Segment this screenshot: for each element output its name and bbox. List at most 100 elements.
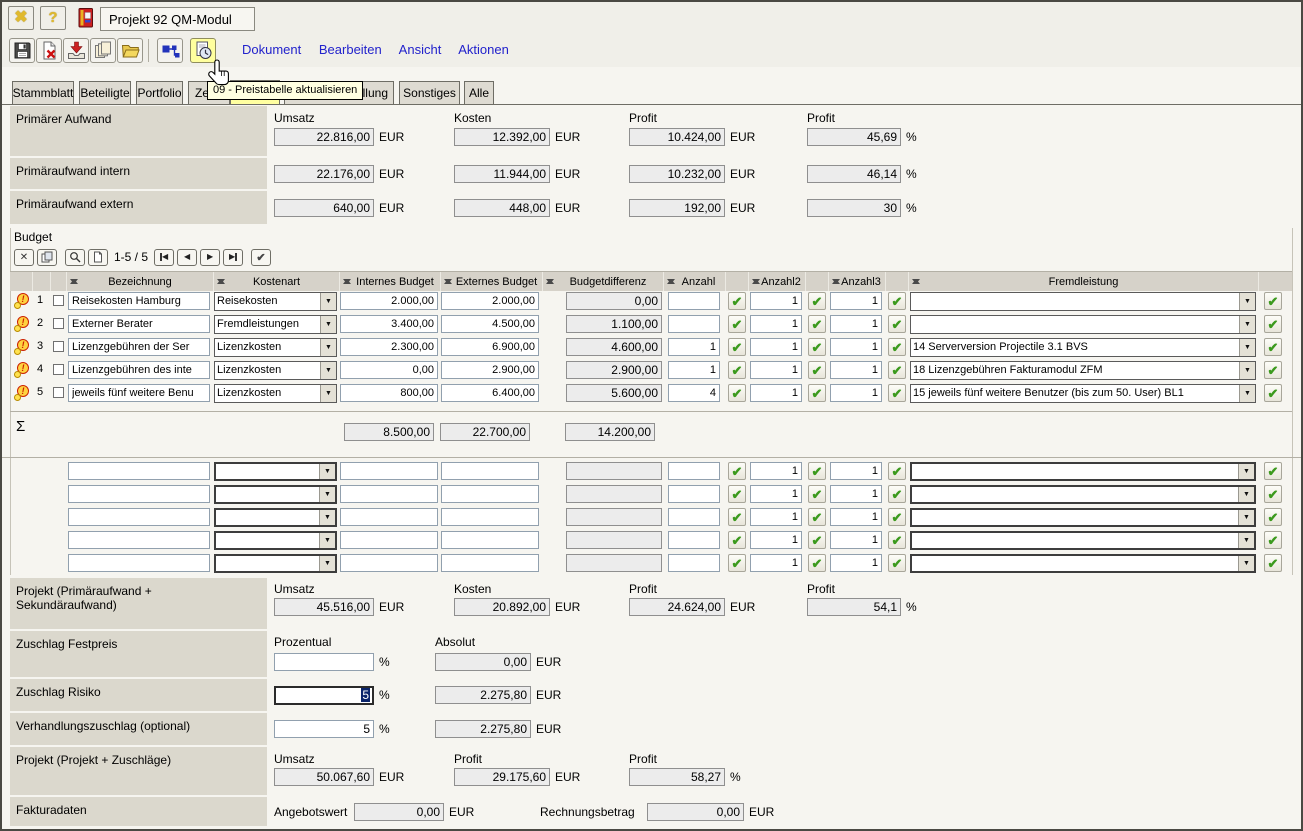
anzahl3-input[interactable]: [830, 361, 882, 379]
apply-check-button[interactable]: ✔: [888, 485, 906, 503]
row-checkbox[interactable]: [53, 295, 64, 306]
bezeichnung-input[interactable]: [68, 338, 210, 356]
search-button[interactable]: [65, 249, 85, 266]
header-kostenart[interactable]: Kostenart: [213, 272, 339, 291]
apply-check-button[interactable]: ✔: [888, 531, 906, 549]
apply-check-button[interactable]: ✔: [1264, 338, 1282, 356]
apply-check-button[interactable]: ✔: [1264, 315, 1282, 333]
row-checkbox[interactable]: [53, 318, 64, 329]
externes-budget-input[interactable]: [441, 508, 539, 526]
prev-page-button[interactable]: ◀: [177, 249, 197, 266]
apply-check-button[interactable]: ✔: [888, 338, 906, 356]
apply-check-button[interactable]: ✔: [808, 338, 826, 356]
apply-check-button[interactable]: ✔: [888, 508, 906, 526]
paste-button[interactable]: [37, 249, 57, 266]
new-entry-button[interactable]: [88, 249, 108, 266]
externes-budget-input[interactable]: [441, 292, 539, 310]
apply-check-button[interactable]: ✔: [888, 315, 906, 333]
anzahl2-input[interactable]: [750, 361, 802, 379]
tab-beteiligte[interactable]: Beteiligte: [79, 81, 131, 104]
apply-check-button[interactable]: ✔: [808, 462, 826, 480]
anzahl2-input[interactable]: [750, 292, 802, 310]
header-budgetdifferenz[interactable]: Budgetdifferenz: [542, 272, 663, 291]
kostenart-select[interactable]: ▼: [214, 485, 337, 504]
row-checkbox[interactable]: [53, 364, 64, 375]
header-internes-budget[interactable]: Internes Budget: [339, 272, 440, 291]
internes-budget-input[interactable]: [340, 485, 438, 503]
apply-check-button[interactable]: ✔: [888, 554, 906, 572]
externes-budget-input[interactable]: [441, 554, 539, 572]
header-anzahl3[interactable]: Anzahl3: [828, 272, 885, 291]
fremdleistung-select[interactable]: 14 Serverversion Projectile 3.1 BVS▼: [910, 338, 1256, 357]
apply-check-button[interactable]: ✔: [1264, 462, 1282, 480]
kostenart-select[interactable]: ▼: [214, 508, 337, 527]
anzahl3-input[interactable]: [830, 338, 882, 356]
apply-check-button[interactable]: ✔: [728, 384, 746, 402]
save-button[interactable]: [9, 38, 35, 63]
anzahl-input[interactable]: [668, 384, 720, 402]
tab-sonstiges[interactable]: Sonstiges: [399, 81, 460, 104]
sort-icon[interactable]: [546, 275, 555, 288]
header-externes-budget[interactable]: Externes Budget: [440, 272, 542, 291]
anzahl-input[interactable]: [668, 554, 720, 572]
first-page-button[interactable]: ◀: [154, 249, 174, 266]
externes-budget-input[interactable]: [441, 361, 539, 379]
sort-icon[interactable]: [70, 275, 79, 288]
sort-icon[interactable]: [832, 275, 841, 288]
bezeichnung-input[interactable]: [68, 485, 210, 503]
anzahl3-input[interactable]: [830, 554, 882, 572]
anzahl3-input[interactable]: [830, 292, 882, 310]
apply-check-button[interactable]: ✔: [808, 508, 826, 526]
apply-check-button[interactable]: ✔: [728, 315, 746, 333]
apply-check-button[interactable]: ✔: [728, 361, 746, 379]
anzahl2-input[interactable]: [750, 384, 802, 402]
menu-aktionen[interactable]: Aktionen: [458, 42, 509, 57]
apply-check-button[interactable]: ✔: [728, 508, 746, 526]
fremdleistung-select[interactable]: ▼: [910, 462, 1256, 481]
externes-budget-input[interactable]: [441, 485, 539, 503]
internes-budget-input[interactable]: [340, 508, 438, 526]
sort-icon[interactable]: [217, 275, 226, 288]
tab-portfolio[interactable]: Portfolio: [136, 81, 183, 104]
anzahl-input[interactable]: [668, 361, 720, 379]
externes-budget-input[interactable]: [441, 315, 539, 333]
sort-icon[interactable]: [667, 275, 676, 288]
anzahl3-input[interactable]: [830, 462, 882, 480]
fremdleistung-select[interactable]: ▼: [910, 531, 1256, 550]
delete-document-button[interactable]: [36, 38, 62, 63]
apply-check-button[interactable]: ✔: [1264, 531, 1282, 549]
fremdleistung-select[interactable]: ▼: [910, 315, 1256, 334]
header-bezeichnung[interactable]: Bezeichnung: [66, 272, 213, 291]
header-anzahl[interactable]: Anzahl: [663, 272, 725, 291]
apply-check-button[interactable]: ✔: [808, 315, 826, 333]
menu-dokument[interactable]: Dokument: [242, 42, 301, 57]
sort-icon[interactable]: [444, 275, 453, 288]
header-fremdleistung[interactable]: Fremdleistung: [908, 272, 1258, 291]
fremdleistung-select[interactable]: ▼: [910, 292, 1256, 311]
apply-check-button[interactable]: ✔: [888, 462, 906, 480]
apply-check-button[interactable]: ✔: [728, 462, 746, 480]
apply-check-button[interactable]: ✔: [808, 531, 826, 549]
internes-budget-input[interactable]: [340, 292, 438, 310]
anzahl3-input[interactable]: [830, 384, 882, 402]
bezeichnung-input[interactable]: [68, 508, 210, 526]
next-page-button[interactable]: ▶: [200, 249, 220, 266]
apply-check-button[interactable]: ✔: [808, 292, 826, 310]
anzahl3-input[interactable]: [830, 531, 882, 549]
internes-budget-input[interactable]: [340, 531, 438, 549]
kostenart-select[interactable]: Fremdleistungen▼: [214, 315, 337, 334]
tab-stammblatt[interactable]: Stammblatt: [12, 81, 74, 104]
kostenart-select[interactable]: Lizenzkosten▼: [214, 384, 337, 403]
apply-check-button[interactable]: ✔: [728, 485, 746, 503]
externes-budget-input[interactable]: [441, 384, 539, 402]
sort-icon[interactable]: [343, 275, 352, 288]
sort-icon[interactable]: [752, 275, 761, 288]
prozentual-input[interactable]: [274, 653, 374, 671]
workflow-button[interactable]: [157, 38, 183, 63]
apply-check-button[interactable]: ✔: [728, 338, 746, 356]
anzahl2-input[interactable]: [750, 485, 802, 503]
anzahl-input[interactable]: [668, 462, 720, 480]
anzahl3-input[interactable]: [830, 485, 882, 503]
apply-check-button[interactable]: ✔: [888, 384, 906, 402]
menu-bearbeiten[interactable]: Bearbeiten: [319, 42, 382, 57]
